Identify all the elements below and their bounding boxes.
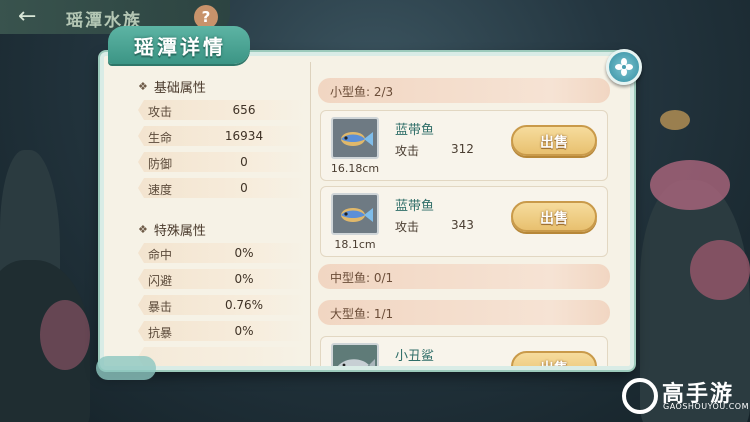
fish-card: 小丑鲨 出售	[320, 336, 608, 370]
watermark: 高手游 GAOSHOUYOU.COM	[622, 378, 750, 418]
sell-button[interactable]: 出售	[511, 201, 597, 232]
fish-attack-label: 攻击	[395, 220, 420, 234]
sell-button[interactable]: 出售	[511, 351, 597, 370]
stat-row-hit: 命中 0%	[138, 243, 306, 263]
stat-row-defense: 防御 0	[138, 152, 306, 172]
special-attributes-heading: ❖ 特殊属性	[138, 220, 206, 239]
category-label: 小型鱼: 2/3	[330, 85, 394, 99]
stat-label: 暴击	[148, 300, 173, 314]
sell-button-label: 出售	[540, 361, 568, 370]
background-coral	[690, 240, 750, 300]
stat-row-hp: 生命 16934	[138, 126, 306, 146]
fish-attack-value: 312	[451, 142, 474, 156]
diamond-icon: ❖	[138, 80, 148, 93]
stat-label: 速度	[148, 183, 173, 197]
fish-attack-label: 攻击	[395, 144, 420, 158]
watermark-logo-icon	[622, 378, 658, 414]
stat-row-partial	[138, 347, 306, 367]
category-small-fish: 小型鱼: 2/3	[318, 78, 610, 103]
fish-thumbnail	[331, 117, 379, 159]
stat-row-speed: 速度 0	[138, 178, 306, 198]
close-button[interactable]	[606, 49, 642, 85]
stat-label: 命中	[148, 248, 173, 262]
column-divider	[310, 62, 311, 366]
fish-size: 16.18cm	[330, 162, 380, 175]
fish-name: 小丑鲨	[395, 349, 435, 364]
shark-icon	[338, 359, 375, 366]
stat-value: 0%	[234, 246, 254, 260]
category-label: 中型鱼: 0/1	[330, 271, 394, 285]
fish-card: 18.1cm 蓝带鱼 攻击 343 出售	[320, 186, 608, 257]
flower-close-icon	[615, 58, 633, 76]
stat-row-crit: 暴击 0.76%	[138, 295, 306, 315]
fish-icon	[341, 132, 373, 146]
watermark-subtext: GAOSHOUYOU.COM	[663, 402, 750, 411]
fish-attack-value: 343	[451, 218, 474, 232]
fish-icon	[341, 208, 373, 222]
background-coral	[650, 160, 730, 210]
stat-value: 0	[240, 155, 248, 169]
category-large-fish: 大型鱼: 1/1	[318, 300, 610, 325]
background-coral	[660, 110, 690, 130]
stat-label: 防御	[148, 157, 173, 171]
basic-attributes-heading-text: 基础属性	[153, 81, 206, 96]
stat-value: 16934	[224, 129, 264, 143]
attributes-column: ❖ 基础属性 攻击 656 生命 16934 防御 0 速度 0 ❖ 特殊属性 …	[104, 56, 310, 370]
fish-name: 蓝带鱼	[395, 199, 435, 214]
sell-button-label: 出售	[540, 135, 568, 151]
stat-row-dodge: 闪避 0%	[138, 269, 306, 289]
fish-thumbnail	[331, 343, 379, 366]
category-label: 大型鱼: 1/1	[330, 307, 394, 321]
stat-row-attack: 攻击 656	[138, 100, 306, 120]
arrow-left-icon[interactable]: ←	[18, 4, 36, 29]
sell-button[interactable]: 出售	[511, 125, 597, 156]
stat-label: 抗暴	[148, 326, 173, 340]
category-medium-fish: 中型鱼: 0/1	[318, 264, 610, 289]
panel-title: 瑶潭详情	[134, 35, 226, 59]
fish-card: 16.18cm 蓝带鱼 攻击 312 出售	[320, 110, 608, 181]
fish-thumbnail	[331, 193, 379, 235]
stat-value: 656	[232, 103, 256, 117]
stat-value: 0	[240, 181, 248, 195]
fish-size: 18.1cm	[334, 238, 376, 251]
stat-value: 0%	[234, 324, 254, 338]
diamond-icon: ❖	[138, 223, 148, 236]
stat-value: 0.76%	[224, 298, 264, 312]
background-coral	[40, 300, 90, 370]
stat-label: 生命	[148, 131, 173, 145]
special-attributes-heading-text: 特殊属性	[153, 224, 206, 239]
fish-name: 蓝带鱼	[395, 123, 435, 138]
stat-value: 0%	[234, 272, 254, 286]
stat-row-crit-resist: 抗暴 0%	[138, 321, 306, 341]
stat-label: 闪避	[148, 274, 173, 288]
stat-label: 攻击	[148, 105, 173, 119]
basic-attributes-heading: ❖ 基础属性	[138, 77, 206, 96]
panel-decoration	[96, 356, 156, 380]
sell-button-label: 出售	[540, 211, 568, 227]
detail-panel: ❖ 基础属性 攻击 656 生命 16934 防御 0 速度 0 ❖ 特殊属性 …	[100, 52, 634, 370]
